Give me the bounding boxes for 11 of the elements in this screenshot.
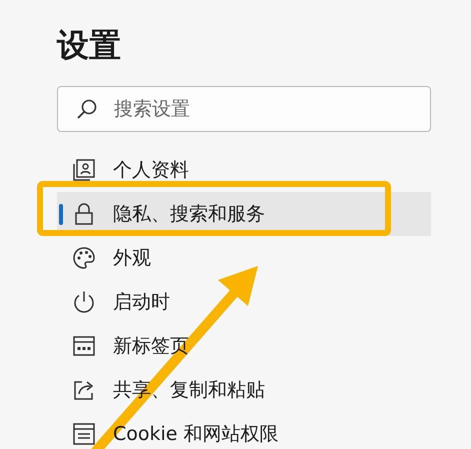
page-title: 设置 bbox=[56, 25, 122, 66]
menu-item[interactable]: 个人资料 bbox=[57, 148, 431, 192]
profile-icon bbox=[72, 158, 96, 182]
menu-item[interactable]: 外观 bbox=[57, 236, 431, 280]
menu-item[interactable]: Cookie 和网站权限 bbox=[57, 412, 431, 449]
menu-item[interactable]: 启动时 bbox=[57, 280, 431, 324]
power-icon bbox=[72, 290, 96, 314]
palette-icon bbox=[72, 246, 96, 270]
search-field[interactable]: 搜索设置 bbox=[57, 86, 431, 132]
new-tab-icon bbox=[72, 334, 96, 358]
site-permissions-icon bbox=[72, 422, 96, 446]
